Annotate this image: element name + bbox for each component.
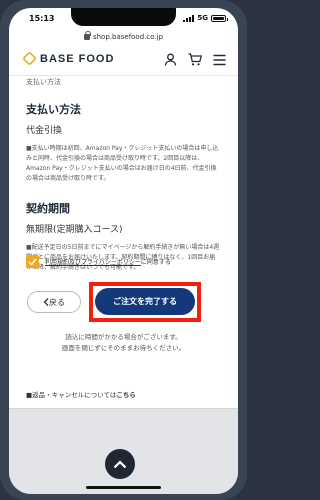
scroll-to-top-button[interactable] [105,449,135,479]
logo-text: BASE FOOD [40,52,115,65]
returns-link[interactable]: こちら [116,391,136,399]
lock-icon [83,31,91,40]
footer [9,408,238,494]
returns-info: ■返品・キャンセルについてはこちら [26,389,136,399]
chevron-up-icon [113,459,127,468]
cut-off-text: 支払い方法 [26,78,61,86]
status-time: 15:13 [29,14,55,23]
cart-icon[interactable] [188,53,202,66]
menu-icon[interactable] [213,54,226,66]
url-text: shop.basefood.co.jp [92,33,164,41]
complete-order-button[interactable]: ご注文を完了する [95,288,195,315]
url-bar[interactable]: shop.basefood.co.jp [9,30,238,44]
header-icons [164,53,226,66]
payment-method-title: 支払い方法 [26,103,81,116]
phone-frame: 15:13 5G shop.basefood.co.jp BASE FOOD 支… [0,0,247,500]
check-icon [28,258,37,266]
loading-notice-line1: 読込に時間がかかる場合がございます。 [65,333,182,341]
agree-suffix: に同意する [140,259,171,266]
payment-method-note: ■支払い時期は初回、Amazon Pay・クレジット支払いの場合は申し込みと同時… [26,145,219,182]
terms-agreement[interactable]: 利用規約及びプライバシーポリシーに同意する [26,255,226,268]
loading-notice: 読込に時間がかかる場合がございます。 画面を閉じずにそのままお待ちください。 [9,332,238,354]
site-header: BASE FOOD [9,46,238,76]
user-icon[interactable] [164,53,177,66]
screen: 15:13 5G shop.basefood.co.jp BASE FOOD 支… [9,8,238,494]
payment-method-value: 代金引換 [26,126,63,136]
notch [71,8,176,26]
logo-mark-icon [22,51,37,66]
status-bar: 15:13 5G [9,8,238,30]
back-button[interactable]: 戻る [27,291,81,313]
action-buttons: 戻る ご注文を完了する [9,282,238,322]
terms-privacy-link[interactable]: 利用規約及びプライバシーポリシー [45,259,141,266]
agree-checkbox[interactable] [26,255,39,268]
contract-period-title: 契約期間 [26,202,70,215]
loading-notice-line2: 画面を閉じずにそのままお待ちください。 [61,344,186,352]
logo[interactable]: BASE FOOD [22,51,115,66]
agree-label: 利用規約及びプライバシーポリシーに同意する [45,257,171,266]
contract-period-value: 無期限(定期購入コース) [26,225,123,235]
back-label: 戻る [49,297,65,307]
returns-text: ■返品・キャンセルについては [26,391,117,399]
home-indicator [86,486,161,489]
order-confirmation-content: 支払い方法 支払い方法 代金引換 ■支払い時期は初回、Amazon Pay・クレ… [9,77,238,407]
network-label: 5G [197,14,208,22]
signal-icon [183,14,195,22]
status-indicators: 5G [183,14,228,22]
battery-icon [211,14,228,22]
